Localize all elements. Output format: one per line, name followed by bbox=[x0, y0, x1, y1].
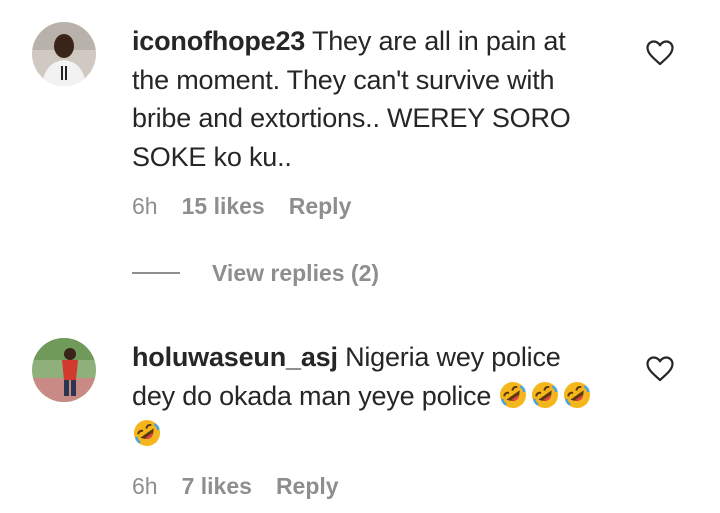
view-replies-label: View replies (2) bbox=[212, 259, 380, 286]
comment-text-block: iconofhope23 They are all in pain at the… bbox=[132, 22, 602, 176]
comment-timestamp: 6h bbox=[132, 473, 158, 499]
comment-meta: 6h 15 likes Reply bbox=[132, 193, 351, 220]
likes-count[interactable]: 15 likes bbox=[182, 193, 265, 220]
comment-text-block: holuwaseun_asj Nigeria wey police dey do… bbox=[132, 338, 602, 454]
heart-outline-icon[interactable] bbox=[646, 40, 674, 66]
reply-button[interactable]: Reply bbox=[289, 193, 352, 220]
comment-username[interactable]: holuwaseun_asj bbox=[132, 342, 338, 372]
rolling-on-floor-laughing-emoji bbox=[532, 381, 559, 408]
comment-meta: 6h 7 likes Reply bbox=[132, 473, 339, 500]
user-avatar[interactable] bbox=[32, 338, 96, 402]
view-replies-button[interactable]: View replies (2) bbox=[132, 258, 379, 288]
rolling-on-floor-laughing-emoji bbox=[564, 381, 591, 408]
comment-timestamp: 6h bbox=[132, 193, 158, 219]
heart-outline-icon[interactable] bbox=[646, 356, 674, 382]
user-avatar[interactable] bbox=[32, 22, 96, 86]
likes-count[interactable]: 7 likes bbox=[182, 473, 252, 500]
reply-button[interactable]: Reply bbox=[276, 473, 339, 500]
rolling-on-floor-laughing-emoji bbox=[134, 420, 160, 446]
rolling-on-floor-laughing-emoji bbox=[500, 381, 527, 408]
comment-username[interactable]: iconofhope23 bbox=[132, 26, 305, 56]
divider-line bbox=[132, 272, 180, 274]
